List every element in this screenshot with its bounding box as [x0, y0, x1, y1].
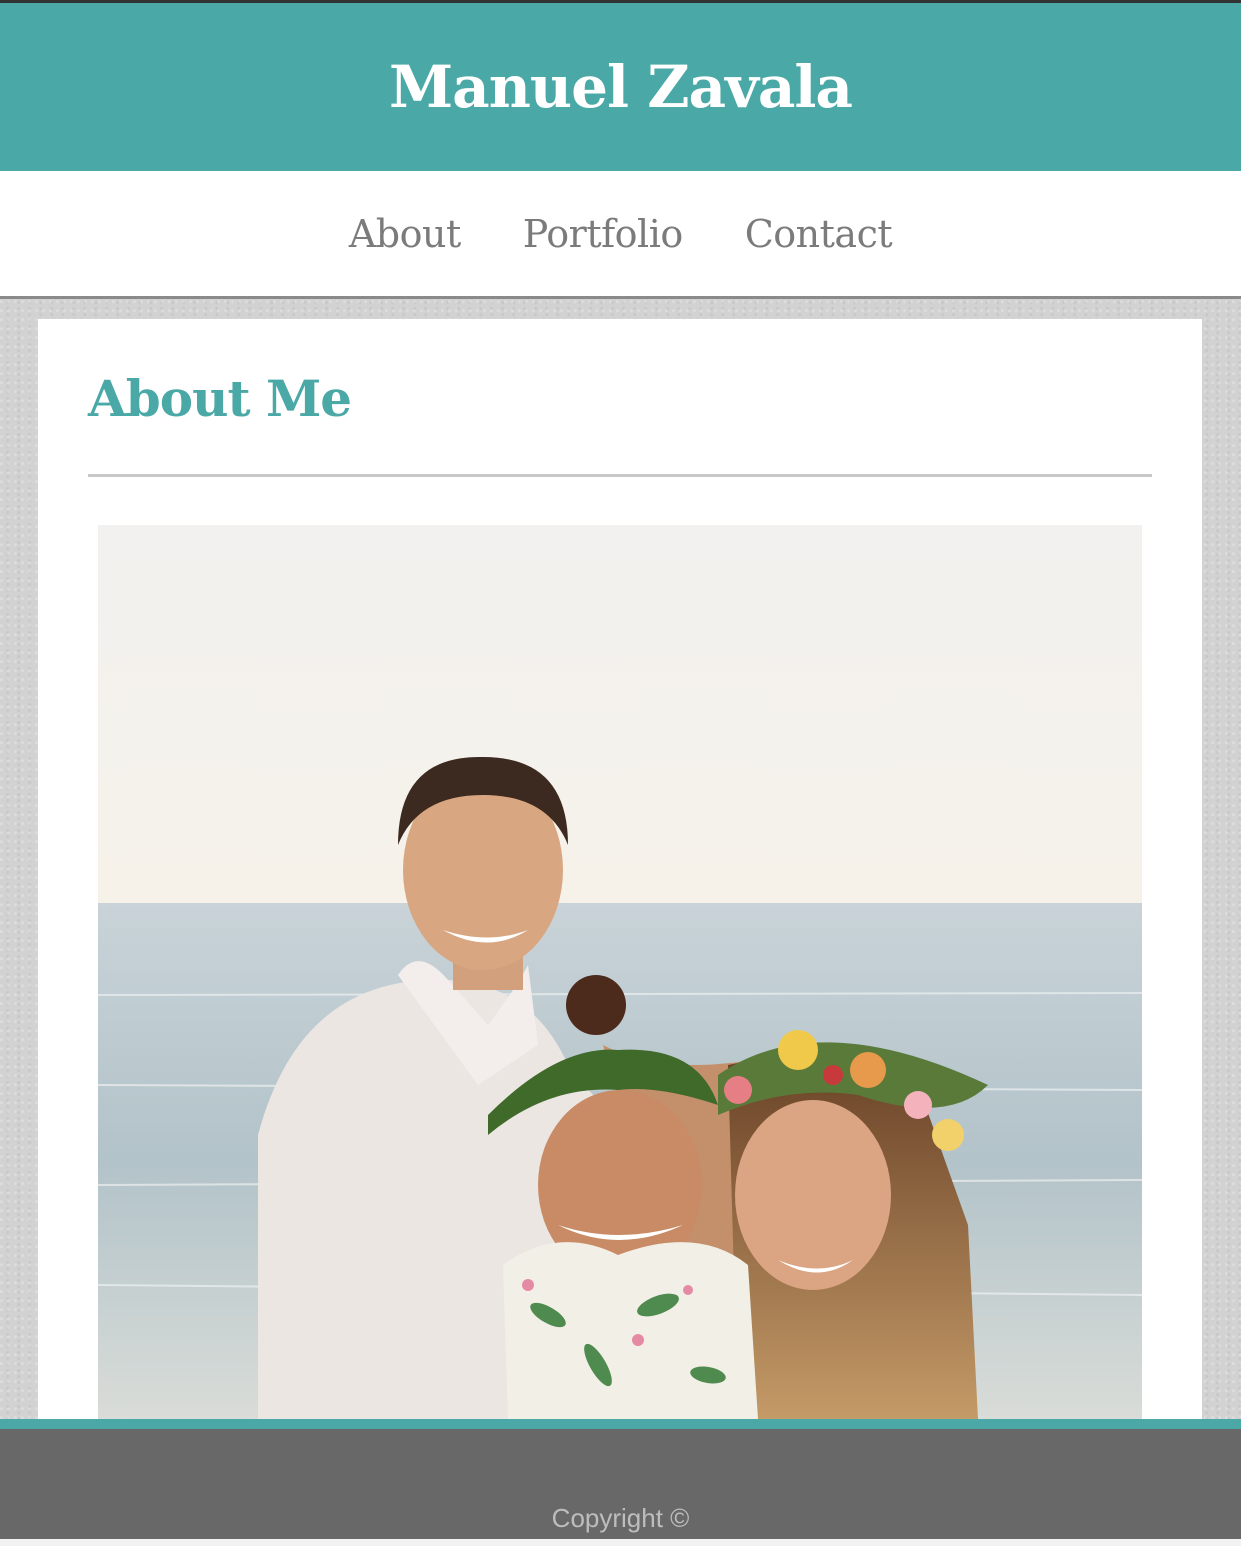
family-photo — [98, 525, 1142, 1419]
site-footer: Copyright © — [0, 1429, 1241, 1539]
page-heading: About Me — [88, 369, 352, 428]
site-title[interactable]: Manuel Zavala — [389, 53, 853, 121]
footer-accent-stripe — [0, 1419, 1241, 1429]
copyright-text: Copyright © — [551, 1503, 690, 1533]
nav-link-contact[interactable]: Contact — [745, 212, 893, 256]
heading-divider — [88, 474, 1152, 477]
bottom-border — [0, 1539, 1241, 1546]
nav-link-about[interactable]: About — [349, 212, 461, 256]
main-nav: About Portfolio Contact — [0, 171, 1241, 299]
site-header: Manuel Zavala — [0, 3, 1241, 171]
nav-link-portfolio[interactable]: Portfolio — [523, 212, 683, 256]
content-card: About Me — [38, 319, 1202, 1419]
